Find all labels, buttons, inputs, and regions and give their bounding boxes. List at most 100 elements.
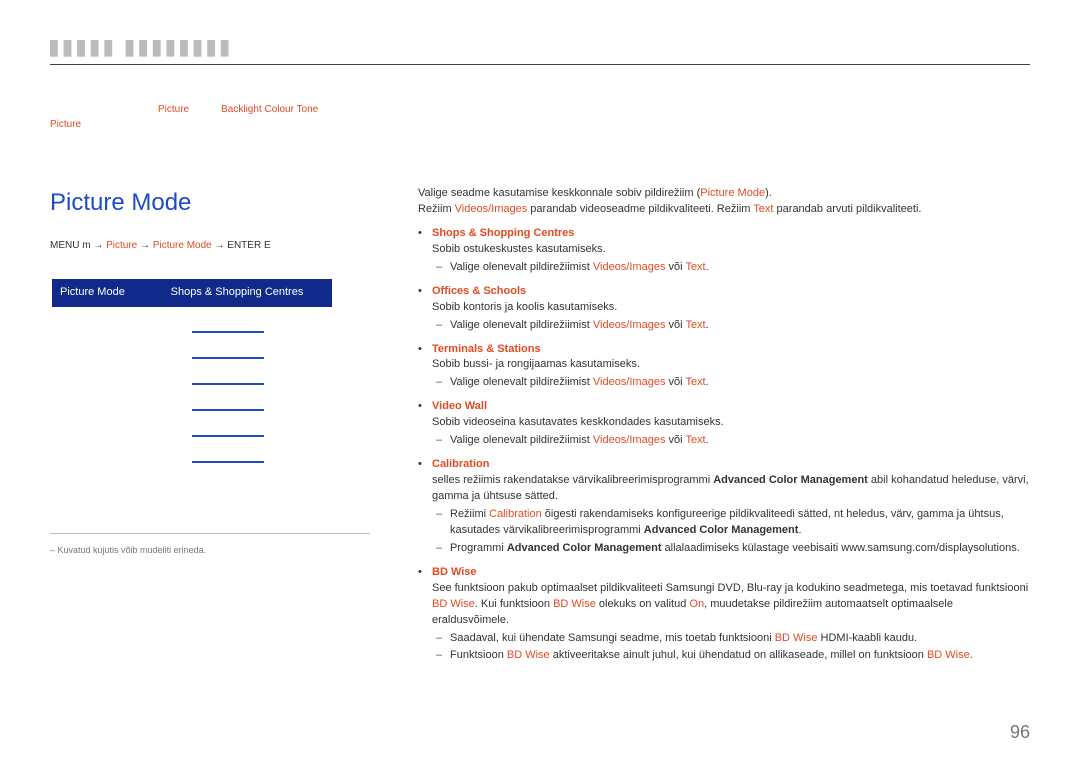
mode-title: Shops & Shopping Centres bbox=[432, 227, 574, 239]
ui-bar bbox=[192, 435, 264, 437]
footnote: – Kuvatud kujutis võib mudeliti erineda. bbox=[50, 533, 370, 557]
option-title: Picture Mode bbox=[50, 186, 370, 221]
text: selles režiimis rakendatakse värvikalibr… bbox=[432, 474, 713, 486]
mode-desc: Sobib ostukeskustes kasutamiseks. bbox=[432, 243, 606, 255]
picture-mode-label: Picture Mode bbox=[60, 285, 150, 301]
text: või bbox=[665, 319, 685, 331]
ui-mock: Picture Mode Shops & Shopping Centres bbox=[52, 279, 370, 463]
hl-on: On bbox=[689, 598, 704, 610]
mode-sub: Programmi Advanced Color Management alla… bbox=[432, 541, 1030, 557]
intro-picture-1: Picture bbox=[158, 104, 189, 115]
mode-sub: Valige olenevalt pildirežiimist Videos/I… bbox=[432, 260, 1030, 276]
text: aktiveeritakse ainult juhul, kui ühendat… bbox=[550, 649, 927, 661]
mode-offices: Offices & Schools Sobib kontoris ja kool… bbox=[418, 284, 1030, 334]
text: parandab arvuti pildikvaliteeti. bbox=[773, 203, 921, 215]
ui-bar bbox=[192, 357, 264, 359]
mode-title: Offices & Schools bbox=[432, 285, 526, 297]
menu-breadcrumb: MENU m → Picture → Picture Mode → ENTER … bbox=[50, 239, 370, 254]
hl-videos-images: Videos/Images bbox=[593, 376, 666, 388]
hl-calibration: Calibration bbox=[489, 508, 542, 520]
ui-bar bbox=[192, 461, 264, 463]
hl-text: Text bbox=[685, 261, 705, 273]
text: HDMI-kaabli kaudu. bbox=[817, 632, 917, 644]
text: Programmi bbox=[450, 542, 507, 554]
text: Valige olenevalt pildirežiimist bbox=[450, 261, 593, 273]
mode-list: Shops & Shopping Centres Sobib ostukesku… bbox=[418, 226, 1030, 665]
text: Funktsioon bbox=[450, 649, 507, 661]
hl-picture-mode: Picture Mode bbox=[700, 187, 765, 199]
blurred-chapter-text: ▌▌▌▌▌▐▐▐▐▐▐▐▐ bbox=[50, 40, 1030, 58]
hl-videos-images: Videos/Images bbox=[593, 434, 666, 446]
mode-title: Terminals & Stations bbox=[432, 343, 541, 355]
hl-bdwise: BD Wise bbox=[927, 649, 970, 661]
hl-bdwise: BD Wise bbox=[553, 598, 596, 610]
text: Valige seadme kasutamise keskkonnale sob… bbox=[418, 187, 700, 199]
ui-bar bbox=[192, 409, 264, 411]
ui-bar bbox=[192, 383, 264, 385]
intro-para-1: Valige seadme kasutamise keskkonnale sob… bbox=[418, 186, 1030, 202]
mode-sub: Saadaval, kui ühendate Samsungi seadme, … bbox=[432, 631, 1030, 647]
mode-desc: Sobib videoseina kasutavates keskkondade… bbox=[432, 416, 724, 428]
text: või bbox=[665, 434, 685, 446]
text: . bbox=[970, 649, 973, 661]
text: . Kui funktsioon bbox=[475, 598, 553, 610]
hl-bdwise: BD Wise bbox=[432, 598, 475, 610]
mode-calibration: Calibration selles režiimis rakendatakse… bbox=[418, 457, 1030, 557]
text: Valige olenevalt pildirežiimist bbox=[450, 376, 593, 388]
chapter-header: ▌▌▌▌▌▐▐▐▐▐▐▐▐ bbox=[50, 40, 1030, 65]
mode-title: Video Wall bbox=[432, 400, 487, 412]
hl-text: Text bbox=[685, 319, 705, 331]
right-column: Valige seadme kasutamise keskkonnale sob… bbox=[418, 186, 1030, 672]
text: . bbox=[706, 434, 709, 446]
bold-acm: Advanced Color Management bbox=[507, 542, 662, 554]
mode-terminals: Terminals & Stations Sobib bussi- ja ron… bbox=[418, 342, 1030, 392]
mode-bdwise: BD Wise See funktsioon pakub optimaalset… bbox=[418, 565, 1030, 665]
intro-block: Picture Backlight Colour Tone Picture bbox=[50, 87, 1030, 162]
bc-prefix: MENU m → bbox=[50, 240, 106, 251]
left-column: Picture Mode MENU m → Picture → Picture … bbox=[50, 186, 370, 672]
picture-mode-row[interactable]: Picture Mode Shops & Shopping Centres bbox=[52, 279, 332, 307]
mode-sub: Režiimi Calibration õigesti rakendamisek… bbox=[432, 507, 1030, 539]
mode-title: BD Wise bbox=[432, 566, 477, 578]
text: ). bbox=[765, 187, 772, 199]
text: . bbox=[706, 261, 709, 273]
picture-mode-value: Shops & Shopping Centres bbox=[150, 285, 324, 301]
mode-shops: Shops & Shopping Centres Sobib ostukesku… bbox=[418, 226, 1030, 276]
bc-picture: Picture bbox=[106, 240, 137, 251]
page-number: 96 bbox=[1010, 719, 1030, 745]
intro-para-2: Režiim Videos/Images parandab videoseadm… bbox=[418, 202, 1030, 218]
bc-arrow: → bbox=[137, 240, 153, 251]
hl-text: Text bbox=[685, 434, 705, 446]
intro-backlight-colourtone: Backlight Colour Tone bbox=[221, 104, 318, 115]
hl-videos-images: Videos/Images bbox=[593, 261, 666, 273]
text: Valige olenevalt pildirežiimist bbox=[450, 434, 593, 446]
bold-acm: Advanced Color Management bbox=[713, 474, 868, 486]
mode-videowall: Video Wall Sobib videoseina kasutavates … bbox=[418, 399, 1030, 449]
text: Saadaval, kui ühendate Samsungi seadme, … bbox=[450, 632, 775, 644]
hl-videos-images: Videos/Images bbox=[455, 203, 528, 215]
text: parandab videoseadme pildikvaliteeti. Re… bbox=[527, 203, 753, 215]
text: See funktsioon pakub optimaalset pildikv… bbox=[432, 582, 1028, 594]
text: olekuks on valitud bbox=[596, 598, 690, 610]
bold-acm: Advanced Color Management bbox=[644, 524, 799, 536]
intro-picture-2: Picture bbox=[50, 119, 81, 130]
hl-text: Text bbox=[685, 376, 705, 388]
text: allalaadimiseks külastage veebisaiti www… bbox=[661, 542, 1019, 554]
text: või bbox=[665, 261, 685, 273]
text: Režiimi bbox=[450, 508, 489, 520]
text: Valige olenevalt pildirežiimist bbox=[450, 319, 593, 331]
text: Režiim bbox=[418, 203, 455, 215]
mode-sub: Valige olenevalt pildirežiimist Videos/I… bbox=[432, 433, 1030, 449]
hl-bdwise: BD Wise bbox=[507, 649, 550, 661]
mode-sub: Funktsioon BD Wise aktiveeritakse ainult… bbox=[432, 648, 1030, 664]
hl-videos-images: Videos/Images bbox=[593, 319, 666, 331]
ui-lines bbox=[192, 331, 370, 463]
mode-title: Calibration bbox=[432, 458, 489, 470]
hl-text: Text bbox=[753, 203, 773, 215]
text: või bbox=[665, 376, 685, 388]
mode-sub: Valige olenevalt pildirežiimist Videos/I… bbox=[432, 375, 1030, 391]
mode-desc: Sobib bussi- ja rongijaamas kasutamiseks… bbox=[432, 358, 640, 370]
bc-enter: → ENTER E bbox=[212, 240, 271, 251]
text: . bbox=[798, 524, 801, 536]
mode-sub: Valige olenevalt pildirežiimist Videos/I… bbox=[432, 318, 1030, 334]
